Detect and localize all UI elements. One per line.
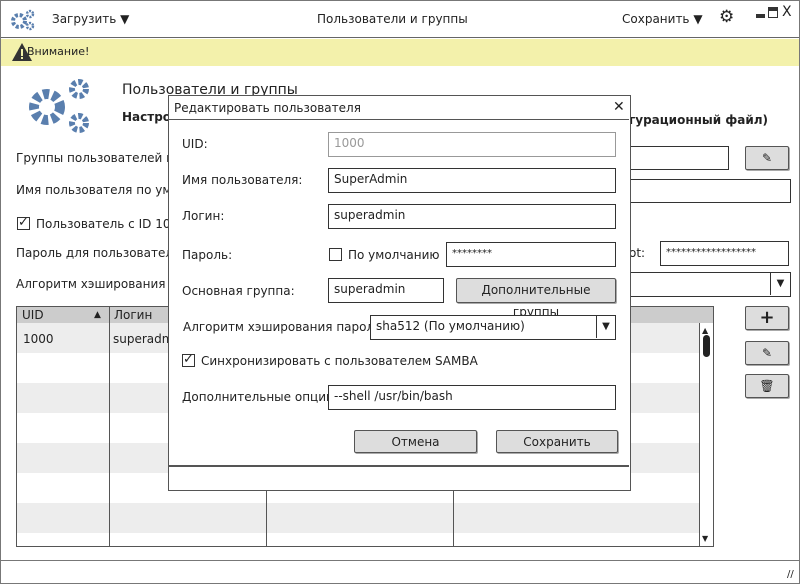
title-bar: Загрузить ▼ Пользователи и группы Сохран… (1, 1, 799, 38)
username-label: Имя пользователя по умол (16, 183, 187, 197)
name-label: Имя пользователя: (182, 173, 303, 187)
sort-asc-icon[interactable]: ▲ (94, 307, 101, 323)
password-field[interactable]: ******** (446, 242, 616, 267)
options-label: Дополнительные опции: (182, 390, 338, 404)
chevron-down-icon: ▼ (596, 316, 615, 338)
save-menu[interactable]: Сохранить ▼ (622, 11, 703, 27)
trash-icon: 🗑 (759, 379, 775, 393)
resize-grip-icon[interactable]: // (787, 567, 794, 583)
dialog-title: Редактировать пользователя (174, 101, 361, 115)
cancel-button[interactable]: Отмена (354, 430, 477, 453)
hash-select[interactable]: ▼ (621, 272, 791, 297)
warning-banner: Внимание! (1, 39, 799, 66)
hash-label: Алгоритм хэширования па (16, 277, 185, 291)
status-bar-divider (1, 560, 799, 561)
password-label: Пароль для пользователе (16, 246, 181, 260)
name-field[interactable]: SuperAdmin (328, 168, 616, 193)
maximize-icon[interactable] (768, 7, 778, 18)
save-button[interactable]: Сохранить (496, 430, 618, 453)
load-menu[interactable]: Загрузить ▼ (52, 11, 129, 27)
column-login[interactable]: Логин (114, 307, 152, 323)
dialog-footer-divider (169, 465, 629, 467)
hash-label: Алгоритм хэширования пароля: (183, 320, 386, 334)
cell-uid: 1000 (23, 332, 54, 346)
groups-field[interactable] (621, 146, 729, 170)
extra-groups-button[interactable]: Дополнительные группы (456, 278, 616, 319)
pencil-icon: ✎ (761, 346, 773, 360)
column-uid[interactable]: UID (22, 307, 44, 323)
page-subtitle: Настро (122, 110, 172, 124)
pencil-icon: ✎ (761, 151, 773, 165)
samba-label: Синхронизировать с пользователем SAMBA (201, 354, 478, 368)
uid-checkbox-label: Пользователь с ID 100 (36, 217, 179, 231)
window-title: Пользователи и группы (317, 12, 468, 26)
minimize-icon[interactable] (756, 14, 765, 18)
app-gears-icon (11, 9, 35, 31)
warning-text: Внимание! (27, 45, 90, 58)
samba-checkbox[interactable]: ✓ (182, 353, 195, 367)
edit-user-button[interactable]: ✎ (745, 341, 789, 365)
table-scrollbar[interactable]: ▲ ▼ (699, 323, 713, 546)
cell-login: superadm (113, 332, 174, 346)
edit-groups-button[interactable]: ✎ (745, 146, 789, 170)
login-field[interactable]: superadmin (328, 204, 616, 229)
groups-label: Группы пользователей по (16, 151, 182, 165)
dialog-title-bar: Редактировать пользователя ✕ (169, 96, 629, 120)
scrollbar-thumb[interactable] (703, 335, 710, 357)
add-user-button[interactable]: + (745, 306, 789, 330)
settings-gear-icon[interactable]: ⚙ (719, 9, 734, 26)
users-gears-icon (29, 79, 89, 133)
login-label: Логин: (182, 209, 225, 223)
chevron-down-icon: ▼ (770, 273, 790, 295)
close-icon[interactable]: X (782, 4, 792, 20)
uid-checkbox[interactable]: ✓ (17, 216, 30, 230)
hash-select-value: sha512 (По умолчанию) (376, 319, 525, 333)
plus-icon: + (759, 307, 775, 328)
hash-select[interactable]: sha512 (По умолчанию) ▼ (370, 315, 616, 340)
options-field[interactable]: --shell /usr/bin/bash (328, 385, 616, 410)
page-subtitle-end: гурационный файл) (629, 113, 769, 127)
default-password-label: По умолчанию (348, 248, 440, 262)
delete-user-button[interactable]: 🗑 (745, 374, 789, 398)
username-field[interactable] (621, 179, 791, 203)
uid-field: 1000 (328, 132, 616, 157)
group-field[interactable]: superadmin (328, 278, 444, 303)
password-label: Пароль: (182, 248, 233, 262)
password-label-end: ot: (629, 246, 646, 260)
group-label: Основная группа: (182, 284, 295, 298)
default-password-checkbox[interactable] (329, 248, 342, 261)
edit-user-dialog: Редактировать пользователя ✕ UID: 1000 И… (168, 95, 631, 491)
uid-label: UID: (182, 137, 208, 151)
password-field[interactable]: ****************** (660, 241, 789, 266)
dialog-close-icon[interactable]: ✕ (613, 99, 625, 115)
